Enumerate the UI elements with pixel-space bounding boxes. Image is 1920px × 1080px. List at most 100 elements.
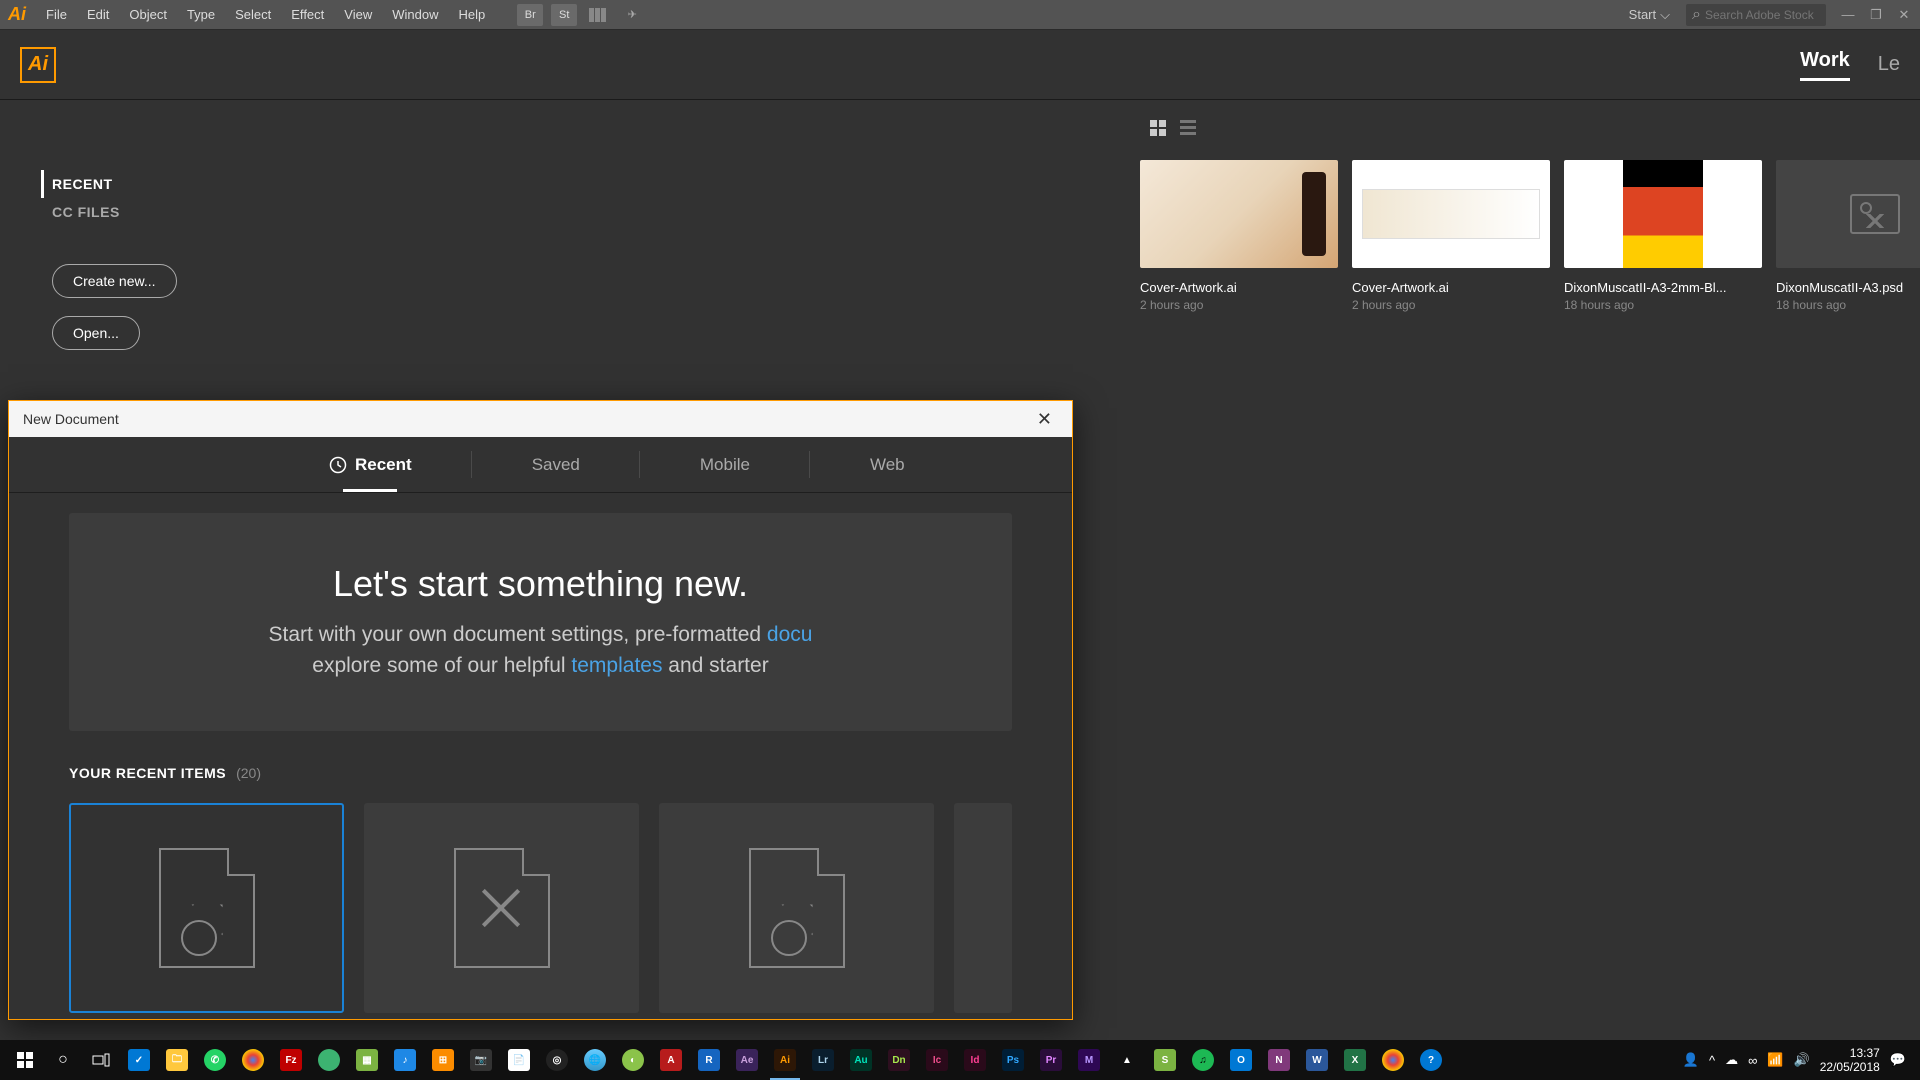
preset-item[interactable] <box>364 803 639 1013</box>
menu-window[interactable]: Window <box>382 7 448 22</box>
taskbar-app[interactable]: Fz <box>272 1040 310 1080</box>
menu-help[interactable]: Help <box>448 7 495 22</box>
open-button[interactable]: Open... <box>52 316 140 350</box>
doc-presets-link[interactable]: docu <box>767 623 813 646</box>
menu-select[interactable]: Select <box>225 7 281 22</box>
taskbar-clock[interactable]: 13:37 22/05/2018 <box>1820 1046 1880 1075</box>
taskbar-app[interactable]: ◎ <box>538 1040 576 1080</box>
menu-effect[interactable]: Effect <box>281 7 334 22</box>
work-bar: Ai Work Le <box>0 30 1920 100</box>
sidebar-item-recent[interactable]: RECENT <box>41 170 177 198</box>
tab-web[interactable]: Web <box>810 437 965 492</box>
tab-work[interactable]: Work <box>1800 49 1850 81</box>
recent-file[interactable]: Cover-Artwork.ai 2 hours ago <box>1352 160 1550 312</box>
taskbar-app[interactable]: Id <box>956 1040 994 1080</box>
recent-file[interactable]: DixonMuscatII-A3-2mm-Bl... 18 hours ago <box>1564 160 1762 312</box>
hero-text: Start with your own document settings, p… <box>269 619 813 682</box>
taskbar-app[interactable]: ♫ <box>1184 1040 1222 1080</box>
section-label: YOUR RECENT ITEMS <box>69 765 226 781</box>
task-view-button[interactable] <box>82 1040 120 1080</box>
taskbar-app[interactable]: Au <box>842 1040 880 1080</box>
maximize-button[interactable]: ❐ <box>1868 7 1884 23</box>
tab-mobile[interactable]: Mobile <box>640 437 810 492</box>
grid-view-icon[interactable] <box>1150 120 1166 136</box>
templates-link[interactable]: templates <box>571 654 662 677</box>
gpu-icon[interactable]: ✈ <box>619 4 645 26</box>
start-menu-button[interactable] <box>6 1040 44 1080</box>
preset-item[interactable] <box>69 803 344 1013</box>
taskbar-app[interactable]: ? <box>1412 1040 1450 1080</box>
recent-file[interactable]: DixonMuscatII-A3.psd 18 hours ago <box>1776 160 1920 312</box>
section-count: (20) <box>236 765 261 781</box>
volume-icon[interactable]: 🔊 <box>1794 1052 1810 1068</box>
create-new-button[interactable]: Create new... <box>52 264 177 298</box>
stock-icon[interactable]: St <box>551 4 577 26</box>
chevron-down-icon: ⌵ <box>1660 7 1670 23</box>
taskbar-app[interactable]: ♪ <box>386 1040 424 1080</box>
wifi-icon[interactable]: 📶 <box>1767 1052 1783 1068</box>
taskbar-app[interactable]: Ps <box>994 1040 1032 1080</box>
menu-type[interactable]: Type <box>177 7 225 22</box>
sidebar-item-ccfiles[interactable]: CC FILES <box>52 198 177 226</box>
cc-icon[interactable]: ∞ <box>1748 1053 1757 1068</box>
taskbar-app[interactable]: ◐ <box>614 1040 652 1080</box>
onedrive-icon[interactable]: ☁ <box>1725 1052 1738 1068</box>
taskbar-app[interactable]: 📷 <box>462 1040 500 1080</box>
file-time: 2 hours ago <box>1352 298 1550 312</box>
taskbar-app-illustrator[interactable]: Ai <box>766 1040 804 1080</box>
taskbar-app[interactable]: Ic <box>918 1040 956 1080</box>
taskbar-app[interactable]: 🌐 <box>576 1040 614 1080</box>
tab-saved[interactable]: Saved <box>472 437 640 492</box>
taskbar-app[interactable]: Lr <box>804 1040 842 1080</box>
taskbar-app[interactable]: Ae <box>728 1040 766 1080</box>
workspace-switcher[interactable]: Start ⌵ <box>1619 7 1680 23</box>
notifications-icon[interactable]: 💬 <box>1890 1052 1906 1068</box>
hero-title: Let's start something new. <box>333 563 748 605</box>
taskbar-app[interactable]: Dn <box>880 1040 918 1080</box>
taskbar-app[interactable]: S <box>1146 1040 1184 1080</box>
taskbar-app[interactable]: ▦ <box>348 1040 386 1080</box>
taskbar-app[interactable]: X <box>1336 1040 1374 1080</box>
dialog-close-button[interactable]: ✕ <box>1031 409 1058 430</box>
taskbar-app[interactable]: M <box>1070 1040 1108 1080</box>
taskbar-app[interactable]: Pr <box>1032 1040 1070 1080</box>
menu-view[interactable]: View <box>334 7 382 22</box>
search-stock[interactable]: ⌕ <box>1686 4 1826 26</box>
taskbar-app[interactable]: W <box>1298 1040 1336 1080</box>
taskbar-app[interactable]: N <box>1260 1040 1298 1080</box>
taskbar-app[interactable]: ▲ <box>1108 1040 1146 1080</box>
preset-row <box>69 803 1012 1013</box>
cortana-button[interactable]: ○ <box>44 1040 82 1080</box>
taskbar-app[interactable]: ⊞ <box>424 1040 462 1080</box>
taskbar-app[interactable]: A <box>652 1040 690 1080</box>
search-input[interactable] <box>1705 8 1820 22</box>
tab-learn[interactable]: Le <box>1878 53 1900 76</box>
start-sidebar: RECENT CC FILES Create new... Open... <box>52 170 177 350</box>
preset-item[interactable] <box>659 803 934 1013</box>
recent-file[interactable]: Cover-Artwork.ai 2 hours ago <box>1140 160 1338 312</box>
minimize-button[interactable]: — <box>1840 7 1856 23</box>
tab-label: Mobile <box>700 455 750 475</box>
list-view-icon[interactable] <box>1180 120 1196 136</box>
taskbar-app[interactable] <box>234 1040 272 1080</box>
taskbar-app[interactable]: ✆ <box>196 1040 234 1080</box>
close-button[interactable]: ✕ <box>1896 7 1912 23</box>
tray-chevron-icon[interactable]: ^ <box>1709 1053 1715 1068</box>
taskbar-app[interactable] <box>1374 1040 1412 1080</box>
taskbar-app[interactable]: O <box>1222 1040 1260 1080</box>
taskbar-app[interactable]: 🗀 <box>158 1040 196 1080</box>
bridge-icon[interactable]: Br <box>517 4 543 26</box>
system-tray: 👤 ^ ☁ ∞ 📶 🔊 13:37 22/05/2018 💬 <box>1683 1046 1914 1075</box>
taskbar-app[interactable]: 📄 <box>500 1040 538 1080</box>
taskbar-app[interactable] <box>310 1040 348 1080</box>
tab-recent[interactable]: Recent <box>269 437 472 492</box>
taskbar-app[interactable]: R <box>690 1040 728 1080</box>
image-placeholder-icon <box>1850 194 1900 234</box>
menu-edit[interactable]: Edit <box>77 7 119 22</box>
people-icon[interactable]: 👤 <box>1683 1052 1699 1068</box>
preset-item[interactable] <box>954 803 1012 1013</box>
arrange-icon[interactable] <box>585 4 611 26</box>
menu-object[interactable]: Object <box>119 7 177 22</box>
taskbar-app[interactable]: ✓ <box>120 1040 158 1080</box>
menu-file[interactable]: File <box>36 7 77 22</box>
